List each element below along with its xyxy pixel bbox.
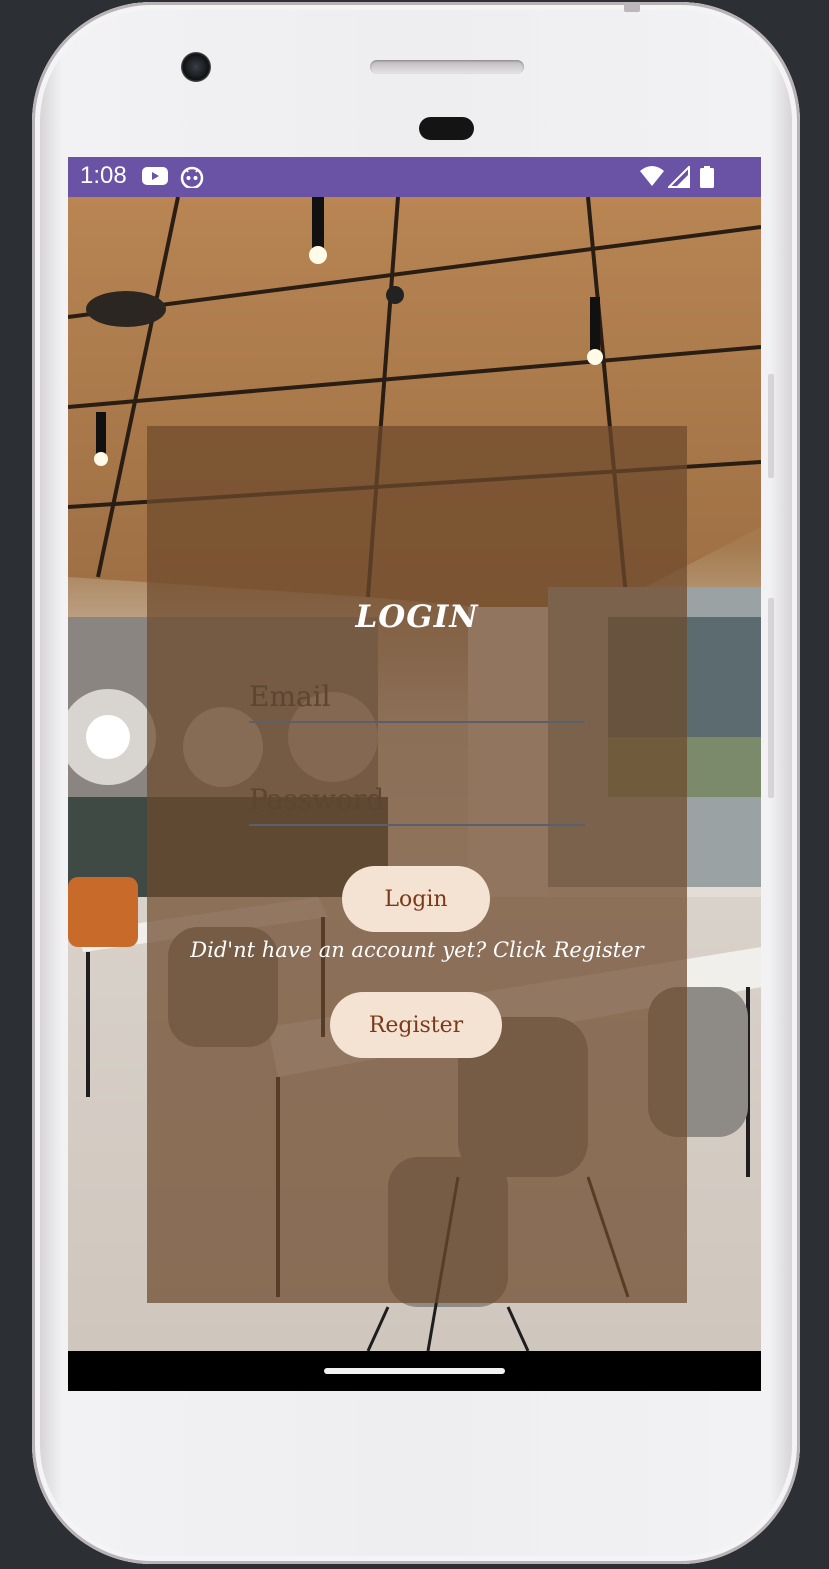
register-hint: Did'nt have an account yet? Click Regist… bbox=[190, 938, 644, 962]
youtube-icon bbox=[142, 166, 168, 190]
navigation-bar bbox=[68, 1351, 761, 1391]
password-input[interactable] bbox=[249, 774, 585, 826]
login-card: LOGIN Login Did'nt have an account yet? … bbox=[147, 426, 687, 1303]
signal-icon bbox=[666, 164, 690, 192]
notification-bot-icon bbox=[180, 166, 204, 192]
register-button[interactable]: Register bbox=[330, 992, 502, 1058]
wifi-icon bbox=[639, 165, 665, 191]
email-input[interactable] bbox=[249, 671, 585, 723]
volume-button bbox=[768, 374, 774, 478]
login-title: LOGIN bbox=[355, 599, 479, 635]
battery-icon bbox=[700, 166, 714, 192]
home-gesture-handle[interactable] bbox=[324, 1368, 505, 1374]
proximity-sensor bbox=[419, 117, 474, 140]
device-screen: LOGIN Login Did'nt have an account yet? … bbox=[68, 157, 761, 1391]
login-button[interactable]: Login bbox=[342, 866, 490, 932]
status-bar: 1:08 bbox=[68, 157, 761, 197]
status-time: 1:08 bbox=[80, 162, 127, 189]
power-button bbox=[624, 2, 640, 12]
side-button bbox=[768, 598, 774, 798]
earpiece-speaker bbox=[370, 60, 524, 74]
background-photo: LOGIN Login Did'nt have an account yet? … bbox=[68, 197, 761, 1351]
front-camera bbox=[181, 52, 211, 82]
